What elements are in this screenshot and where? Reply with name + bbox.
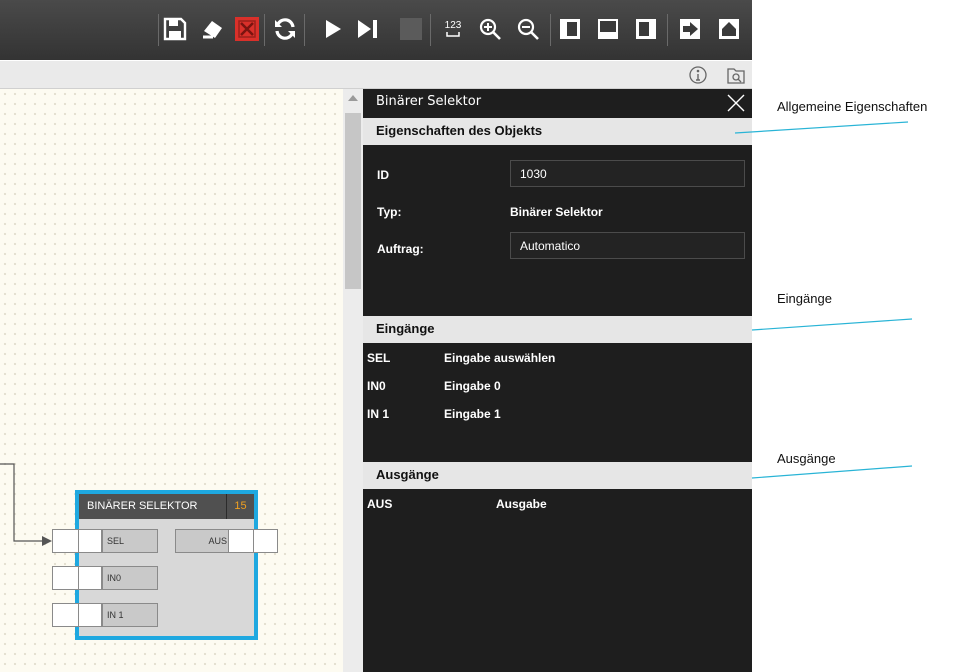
pin-divider [78, 567, 79, 589]
input-pin-label: IN0 [102, 566, 158, 590]
type-label: Typ: [377, 205, 402, 219]
zoom-out-icon[interactable] [515, 16, 541, 42]
input-description: Eingabe auswählen [444, 351, 556, 365]
delete-icon[interactable] [235, 17, 259, 41]
info-icon[interactable] [688, 65, 708, 85]
panel-title: Binärer Selektor [376, 94, 482, 109]
block-header: BINÄRER SELEKTOR 15 [79, 494, 254, 519]
outputs-section-header: Ausgänge [363, 462, 752, 489]
input-pin-label-text: IN0 [107, 573, 122, 583]
input-description: Eingabe 0 [444, 379, 501, 393]
annotation-inputs: Eingänge [777, 291, 832, 306]
toolbar-separator [264, 14, 265, 46]
toolbar-separator [304, 14, 305, 46]
close-icon[interactable] [726, 93, 746, 113]
output-pin-aus[interactable] [228, 529, 278, 553]
pin-divider [78, 530, 79, 552]
zoom-in-icon[interactable] [477, 16, 503, 42]
toolbar-separator [430, 14, 431, 46]
output-pin-label: AUS [175, 529, 231, 553]
scrollbar-thumb[interactable] [345, 113, 361, 289]
pin-divider [253, 530, 254, 552]
left-panel-icon[interactable] [557, 16, 583, 42]
input-name: SEL [367, 351, 391, 365]
play-icon[interactable] [320, 16, 346, 42]
block-title: BINÄRER SELEKTOR [87, 500, 198, 512]
id-field[interactable]: 1030 [510, 160, 745, 187]
clear-icon[interactable] [200, 16, 226, 42]
annotation-general-properties: Allgemeine Eigenschaften [777, 99, 928, 114]
toolbar-separator [158, 14, 159, 46]
outputs-section-title: Ausgänge [376, 467, 439, 482]
step-icon[interactable] [355, 16, 381, 42]
output-description: Ausgabe [496, 497, 547, 511]
input-pin-sel[interactable] [52, 529, 102, 553]
inputs-section-header: Eingänge [363, 316, 752, 343]
panel-header: Binärer Selektor [363, 89, 752, 117]
save-icon[interactable] [162, 16, 188, 42]
numbering-label: 123 [444, 20, 462, 31]
input-name: IN 1 [367, 407, 390, 421]
home-icon[interactable] [716, 16, 742, 42]
input-pin-label: IN 1 [102, 603, 158, 627]
toolbar-separator [667, 14, 668, 46]
annotation-outputs: Ausgänge [777, 451, 836, 466]
block-number: 15 [226, 494, 254, 519]
pin-divider [78, 604, 79, 626]
input-name: IN0 [367, 379, 386, 393]
order-field[interactable]: Automatico [510, 232, 745, 259]
type-value: Binärer Selektor [510, 205, 603, 219]
canvas-scrollbar[interactable] [343, 89, 363, 672]
properties-section-header: Eigenschaften des Objekts [363, 118, 752, 145]
exit-icon[interactable] [677, 16, 703, 42]
id-label: ID [377, 168, 389, 182]
output-name: AUS [367, 497, 393, 511]
order-label: Auftrag: [377, 242, 424, 256]
toolbar-separator [550, 14, 551, 46]
right-panel-icon[interactable] [633, 16, 659, 42]
input-pin-in1[interactable] [52, 603, 102, 627]
input-pin-in0[interactable] [52, 566, 102, 590]
scroll-up-arrow-icon[interactable] [348, 95, 358, 101]
numbering-icon[interactable]: 123 [440, 16, 466, 42]
refresh-icon[interactable] [272, 16, 298, 42]
bottom-panel-icon[interactable] [595, 16, 621, 42]
secondary-toolbar [0, 61, 752, 89]
properties-section-title: Eigenschaften des Objekts [376, 123, 543, 138]
inputs-section-title: Eingänge [376, 321, 435, 336]
properties-panel: Binärer Selektor Eigenschaften des Objek… [363, 89, 752, 672]
input-description: Eingabe 1 [444, 407, 501, 421]
search-folder-icon[interactable] [726, 65, 746, 85]
input-pin-label: SEL [102, 529, 158, 553]
input-pin-label-text: SEL [107, 536, 125, 546]
connection-wire[interactable] [0, 462, 60, 552]
input-pin-label-text: IN 1 [107, 610, 124, 620]
toolbar: 123 [0, 0, 752, 60]
output-pin-label-text: AUS [208, 536, 227, 546]
stop-icon[interactable] [398, 16, 424, 42]
